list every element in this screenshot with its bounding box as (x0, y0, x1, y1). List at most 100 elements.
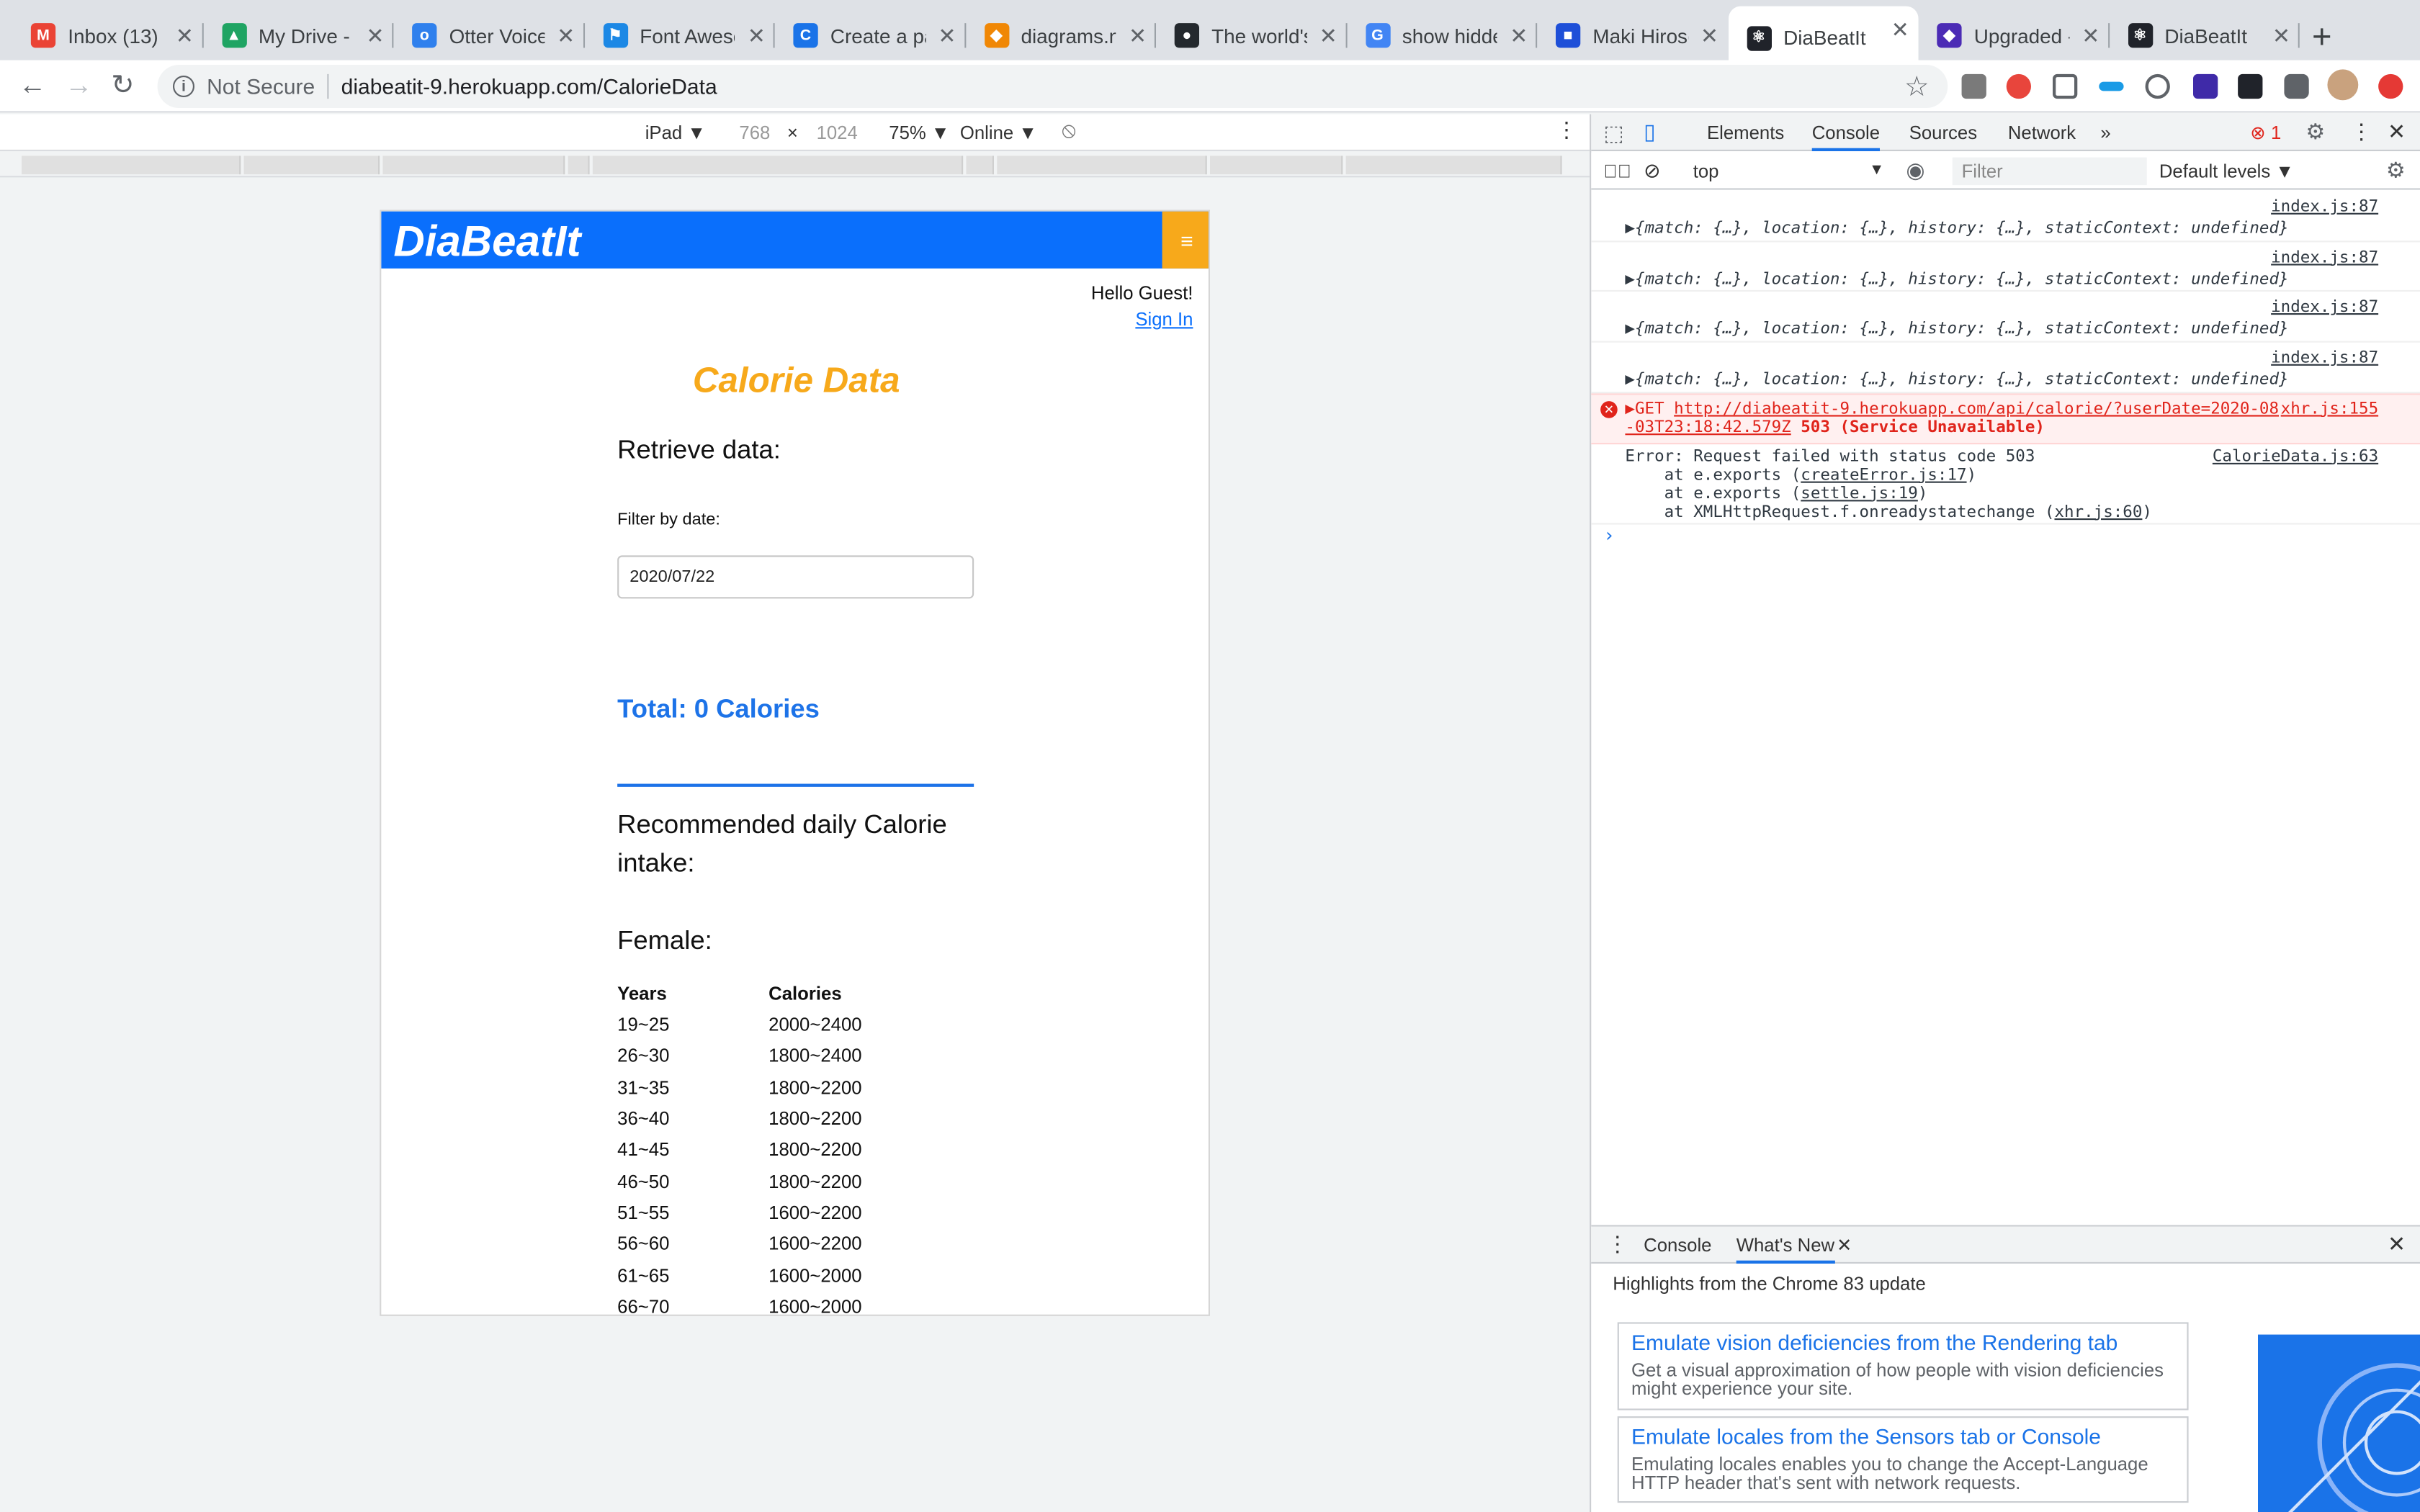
address-bar[interactable]: i Not Secure diabeatit-9.herokuapp.com/C… (157, 65, 1948, 108)
hamburger-menu-button[interactable]: ≡ (1162, 211, 1209, 269)
extension-icon[interactable] (2193, 73, 2218, 99)
console-log-entry[interactable]: index.js:87 ▶{match: {…}, location: {…}, … (1591, 343, 2420, 393)
log-levels-select[interactable]: Default levels ▼ (2159, 161, 2294, 182)
whats-new-card[interactable]: Emulate vision deficiencies from the Ren… (1617, 1322, 2189, 1410)
log-message[interactable]: ▶{match: {…}, location: {…}, history: {…… (1625, 219, 2288, 238)
close-tab-icon[interactable]: ✕ (1891, 17, 1909, 43)
card-title[interactable]: Emulate locales from the Sensors tab or … (1631, 1424, 2174, 1449)
react-devtools-icon[interactable] (2238, 73, 2263, 99)
bookmark-star-icon[interactable]: ☆ (1904, 71, 1930, 104)
close-tab-icon[interactable]: ✕ (1319, 23, 1337, 49)
drawer-tab-console[interactable]: Console (1644, 1234, 1711, 1256)
console-log-entry[interactable]: index.js:87 ▶{match: {…}, location: {…}, … (1591, 242, 2420, 292)
avatar[interactable] (2327, 69, 2359, 101)
log-message[interactable]: ▶{match: {…}, location: {…}, history: {…… (1625, 320, 2288, 338)
screenshot-extension-icon[interactable] (2053, 73, 2078, 99)
source-link[interactable]: index.js:87 (2271, 197, 2378, 216)
settings-icon[interactable]: ⚙ (2305, 119, 2325, 145)
source-link[interactable]: index.js:87 (2271, 348, 2378, 367)
source-link[interactable]: index.js:87 (2271, 298, 2378, 317)
drawer-menu-icon[interactable]: ⋮ (1607, 1231, 1628, 1257)
drawer-tab-whats-new[interactable]: What's New (1736, 1234, 1835, 1264)
whats-new-card[interactable]: Emulate locales from the Sensors tab or … (1617, 1416, 2189, 1503)
back-icon[interactable]: ← (19, 69, 47, 102)
error-url-link[interactable]: http://diabeatit-9.herokuapp.com/api/cal… (1674, 399, 2279, 418)
sign-in-link[interactable]: Sign In (1135, 309, 1193, 330)
close-tab-icon[interactable]: ✕ (938, 23, 956, 49)
browser-tab[interactable]: ■ Maki Hirose ✕ (1537, 12, 1728, 58)
eye-icon[interactable]: ◉ (1906, 158, 1924, 184)
card-title[interactable]: Emulate vision deficiencies from the Ren… (1631, 1330, 2174, 1354)
browser-tab[interactable]: ◆ Upgraded - ✕ (1919, 12, 2110, 58)
close-tab-icon[interactable]: ✕ (557, 23, 575, 49)
url-text[interactable]: diabeatit-9.herokuapp.com/CalorieData (341, 74, 717, 99)
close-tab-icon[interactable]: ✕ (1837, 1234, 1852, 1256)
sidebar-toggle-icon[interactable]: ▸⃞ (1603, 161, 1631, 182)
console-log-entry[interactable]: index.js:87 ▶{match: {…}, location: {…}, … (1591, 192, 2420, 242)
browser-tab[interactable]: M Inbox (13) - ✕ (12, 12, 203, 58)
tab-elements[interactable]: Elements (1707, 122, 1784, 143)
extension-icon[interactable] (2099, 81, 2124, 91)
log-message[interactable]: ▶{match: {…}, location: {…}, history: {…… (1625, 269, 2288, 288)
browser-tab[interactable]: ● The world's ✕ (1156, 12, 1347, 58)
extension-icon[interactable] (2145, 73, 2170, 99)
tab-console[interactable]: Console (1811, 122, 1881, 151)
close-tab-icon[interactable]: ✕ (1510, 23, 1528, 49)
inspect-icon[interactable]: ⬚ (1603, 120, 1623, 146)
browser-tab[interactable]: C Create a pa ✕ (775, 12, 966, 58)
stack-frame-link[interactable]: createError.js:17 (1801, 466, 1966, 485)
app-brand[interactable]: DiaBeatIt (393, 217, 581, 267)
media-query-ruler[interactable] (0, 153, 1590, 178)
console-filter-input[interactable]: Filter (1952, 157, 2147, 186)
close-drawer-icon[interactable]: ✕ (2388, 1231, 2406, 1257)
update-icon[interactable] (2378, 73, 2403, 99)
tab-sources[interactable]: Sources (1909, 122, 1977, 143)
close-tab-icon[interactable]: ✕ (2272, 23, 2290, 49)
close-tab-icon[interactable]: ✕ (1700, 23, 1718, 49)
new-tab-button[interactable]: + (2312, 17, 2332, 58)
log-message[interactable]: ▶{match: {…}, location: {…}, history: {…… (1625, 370, 2288, 389)
close-tab-icon[interactable]: ✕ (176, 23, 194, 49)
console-settings-icon[interactable]: ⚙ (2386, 158, 2406, 184)
console-log-entry[interactable]: index.js:87 ▶{match: {…}, location: {…}, … (1591, 292, 2420, 343)
context-select[interactable]: top (1693, 161, 1719, 182)
browser-tab[interactable]: o Otter Voice ✕ (393, 12, 584, 58)
stack-frame-link[interactable]: xhr.js:60 (2054, 503, 2142, 521)
reload-icon[interactable]: ↻ (111, 69, 134, 102)
zoom-select[interactable]: 75% ▼ (889, 122, 949, 143)
close-tab-icon[interactable]: ✕ (1129, 23, 1147, 49)
rotate-icon[interactable]: ⦸ (1062, 117, 1076, 143)
source-link[interactable]: CalorieData.js:63 (2213, 447, 2378, 466)
error-url-link[interactable]: -03T23:18:42.579Z (1625, 418, 1791, 436)
close-tab-icon[interactable]: ✕ (366, 23, 384, 49)
info-icon[interactable]: i (173, 76, 194, 97)
date-filter-input[interactable] (617, 555, 974, 599)
stack-frame-link[interactable]: settle.js:19 (1801, 484, 1918, 503)
device-select[interactable]: iPad ▼ (645, 122, 706, 143)
clear-console-icon[interactable]: ⊘ (1644, 159, 1660, 184)
browser-tab[interactable]: ⚑ Font Aweso ✕ (584, 12, 775, 58)
more-tabs-button[interactable]: » (2100, 122, 2110, 143)
error-counter[interactable]: ⊗ 1 (2250, 122, 2281, 143)
tab-network[interactable]: Network (2008, 122, 2076, 143)
extension-icon[interactable] (2006, 73, 2031, 99)
width-field[interactable]: 768 (739, 122, 770, 143)
console-prompt[interactable]: › (1603, 524, 1615, 546)
more-options-icon[interactable]: ⋮ (2351, 119, 2372, 145)
device-mode-icon[interactable]: ▯ (1644, 119, 1656, 145)
browser-tab[interactable]: ⚛ DiaBeatIt ✕ (2109, 12, 2300, 58)
forward-icon[interactable]: → (65, 69, 93, 102)
height-field[interactable]: 1024 (817, 122, 858, 143)
source-link[interactable]: xhr.js:155 (2281, 399, 2378, 418)
extensions-puzzle-icon[interactable] (2284, 73, 2309, 99)
browser-tab[interactable]: ▲ My Drive - G ✕ (203, 12, 394, 58)
extension-icon[interactable] (1961, 73, 1986, 99)
network-select[interactable]: Online ▼ (960, 122, 1037, 143)
source-link[interactable]: index.js:87 (2271, 248, 2378, 266)
close-tab-icon[interactable]: ✕ (748, 23, 766, 49)
chevron-down-icon[interactable]: ▼ (1869, 162, 1884, 179)
close-icon[interactable]: ✕ (2388, 119, 2406, 145)
browser-tab[interactable]: Gshow hidde ✕ (1347, 12, 1538, 58)
browser-tab[interactable]: ◆ diagrams.ne ✕ (965, 12, 1156, 58)
close-tab-icon[interactable]: ✕ (2081, 23, 2099, 49)
